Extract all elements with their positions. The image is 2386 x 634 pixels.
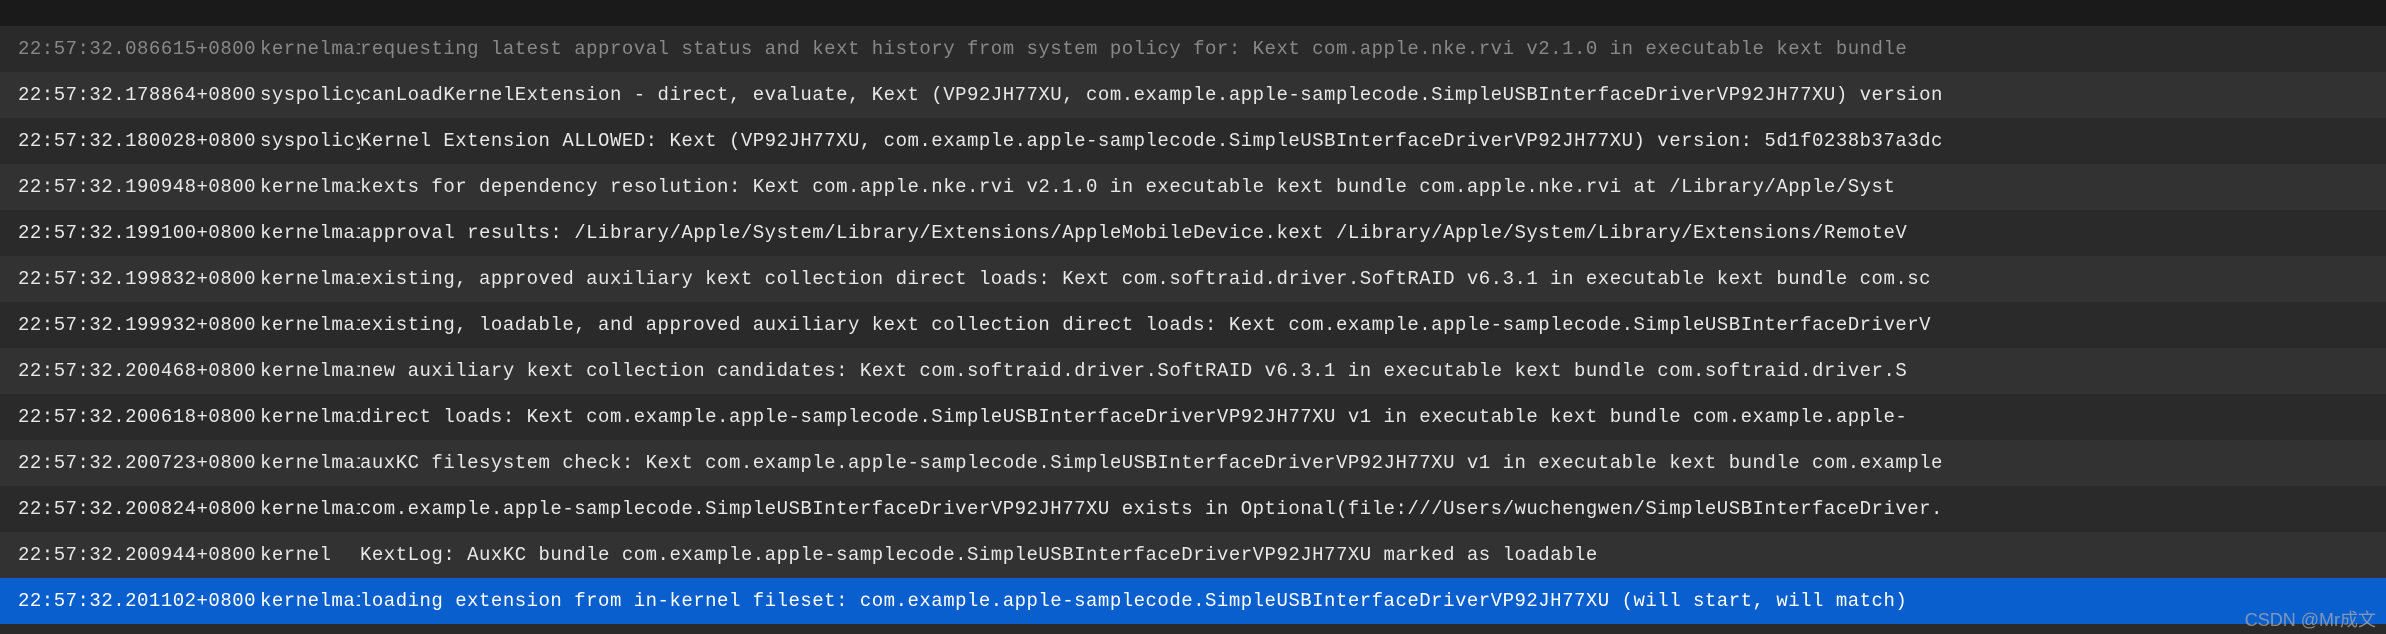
- log-timestamp: 22:57:32.178864+0800: [0, 84, 260, 106]
- log-process: kernelmai: [260, 498, 360, 520]
- log-message: com.example.apple-samplecode.SimpleUSBIn…: [360, 498, 2386, 520]
- log-row[interactable]: 22:57:32.201102+0800kernelmailoading ext…: [0, 578, 2386, 624]
- log-row[interactable]: 22:57:32.180028+0800syspolicyKernel Exte…: [0, 118, 2386, 164]
- log-timestamp: 22:57:32.180028+0800: [0, 130, 260, 152]
- log-timestamp: 22:57:32.199832+0800: [0, 268, 260, 290]
- log-process: kernel: [260, 544, 360, 566]
- log-row[interactable]: 22:57:32.190948+0800kernelmaikexts for d…: [0, 164, 2386, 210]
- log-row[interactable]: 22:57:32.086615+0800kernelmairequesting …: [0, 26, 2386, 72]
- log-row[interactable]: 22:57:32.200618+0800kernelmaidirect load…: [0, 394, 2386, 440]
- log-timestamp: 22:57:32.199932+0800: [0, 314, 260, 336]
- log-message: existing, loadable, and approved auxilia…: [360, 314, 2386, 336]
- log-message: KextLog: AuxKC bundle com.example.apple-…: [360, 544, 2386, 566]
- log-process: kernelmai: [260, 176, 360, 198]
- log-message: kexts for dependency resolution: Kext co…: [360, 176, 2386, 198]
- log-row[interactable]: 22:57:32.199832+0800kernelmaiexisting, a…: [0, 256, 2386, 302]
- log-message: requesting latest approval status and ke…: [360, 38, 2386, 60]
- log-process: syspolicy: [260, 130, 360, 152]
- log-timestamp: 22:57:32.086615+0800: [0, 38, 260, 60]
- watermark: CSDN @Mr成文: [2245, 606, 2376, 632]
- log-row[interactable]: 22:57:32.178864+0800syspolicycanLoadKern…: [0, 72, 2386, 118]
- log-row[interactable]: 22:57:32.199100+0800kernelmaiapproval re…: [0, 210, 2386, 256]
- log-row[interactable]: 22:57:32.200944+0800kernelKextLog: AuxKC…: [0, 532, 2386, 578]
- log-timestamp: 22:57:32.200723+0800: [0, 452, 260, 474]
- table-header: [0, 0, 2386, 26]
- log-process: kernelmai: [260, 314, 360, 336]
- log-row[interactable]: 22:57:32.199932+0800kernelmaiexisting, l…: [0, 302, 2386, 348]
- log-row[interactable]: 22:57:32.200468+0800kernelmainew auxilia…: [0, 348, 2386, 394]
- log-timestamp: 22:57:32.199100+0800: [0, 222, 260, 244]
- log-row[interactable]: 22:57:32.200824+0800kernelmaicom.example…: [0, 486, 2386, 532]
- log-process: kernelmai: [260, 590, 360, 612]
- log-message: Kernel Extension ALLOWED: Kext (VP92JH77…: [360, 130, 2386, 152]
- log-table: 22:57:32.086615+0800kernelmairequesting …: [0, 0, 2386, 624]
- log-process: kernelmai: [260, 406, 360, 428]
- log-timestamp: 22:57:32.190948+0800: [0, 176, 260, 198]
- log-message: approval results: /Library/Apple/System/…: [360, 222, 2386, 244]
- log-message: loading extension from in-kernel fileset…: [360, 590, 2386, 612]
- log-message: existing, approved auxiliary kext collec…: [360, 268, 2386, 290]
- log-process: kernelmai: [260, 360, 360, 382]
- log-message: auxKC filesystem check: Kext com.example…: [360, 452, 2386, 474]
- log-process: kernelmai: [260, 222, 360, 244]
- log-message: direct loads: Kext com.example.apple-sam…: [360, 406, 2386, 428]
- log-message: new auxiliary kext collection candidates…: [360, 360, 2386, 382]
- log-timestamp: 22:57:32.200468+0800: [0, 360, 260, 382]
- log-timestamp: 22:57:32.200944+0800: [0, 544, 260, 566]
- log-rows-container: 22:57:32.086615+0800kernelmairequesting …: [0, 26, 2386, 624]
- log-message: canLoadKernelExtension - direct, evaluat…: [360, 84, 2386, 106]
- log-timestamp: 22:57:32.201102+0800: [0, 590, 260, 612]
- log-process: syspolicy: [260, 84, 360, 106]
- log-timestamp: 22:57:32.200824+0800: [0, 498, 260, 520]
- log-timestamp: 22:57:32.200618+0800: [0, 406, 260, 428]
- log-row[interactable]: 22:57:32.200723+0800kernelmaiauxKC files…: [0, 440, 2386, 486]
- log-process: kernelmai: [260, 38, 360, 60]
- log-process: kernelmai: [260, 268, 360, 290]
- log-process: kernelmai: [260, 452, 360, 474]
